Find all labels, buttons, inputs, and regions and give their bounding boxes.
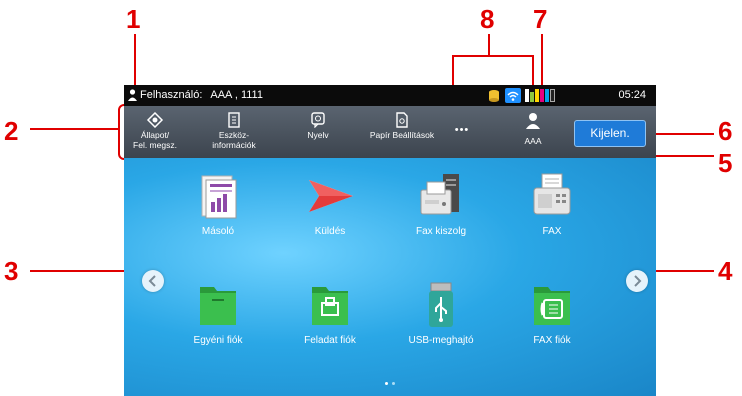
toner-indicator-black bbox=[550, 89, 555, 102]
callout-6: 6 bbox=[718, 116, 733, 146]
quick-setup-bar: Állapot/ Fel. megsz. Eszköz- információk… bbox=[124, 106, 656, 158]
quick-item-language-label: Nyelv bbox=[307, 130, 329, 140]
leader-8b bbox=[452, 55, 534, 57]
quick-item-device-info-label-2: információk bbox=[212, 140, 256, 150]
home-screen: Másoló Küldés Fax kiszolg FAX Egyéni fió… bbox=[124, 158, 656, 396]
usb-drive-icon bbox=[429, 282, 453, 327]
leader-2 bbox=[30, 128, 118, 130]
tile-send-label: Küldés bbox=[314, 226, 346, 237]
leader-8a bbox=[488, 34, 490, 56]
callout-8: 8 bbox=[480, 4, 495, 34]
toner-indicator-magenta bbox=[540, 89, 544, 102]
status-icon bbox=[146, 112, 164, 128]
send-icon bbox=[309, 180, 353, 212]
callout-7: 7 bbox=[533, 4, 548, 34]
copy-icon bbox=[201, 175, 237, 219]
logout-button[interactable]: Kijelen. bbox=[574, 120, 646, 147]
tile-send[interactable]: Küldés bbox=[285, 172, 375, 237]
toner-indicator-yellow bbox=[535, 89, 539, 102]
tile-custom-box[interactable]: Egyéni fiók bbox=[173, 281, 263, 346]
user-icon bbox=[128, 89, 137, 101]
quick-item-status-label-1: Állapot/ bbox=[140, 130, 170, 140]
logged-user-name: AAA bbox=[524, 136, 542, 146]
tile-fax-box-label: FAX fiók bbox=[533, 335, 571, 346]
job-box-icon bbox=[312, 287, 348, 325]
fax-icon bbox=[533, 173, 571, 215]
chevron-right-icon bbox=[634, 275, 642, 287]
tile-custom-box-label: Egyéni fiók bbox=[193, 335, 243, 346]
tile-job-box-label: Feladat fiók bbox=[304, 335, 356, 346]
status-user: Felhasználó: AAA , 1111 bbox=[128, 89, 263, 101]
chevron-left-icon bbox=[148, 275, 156, 287]
fax-box-icon bbox=[534, 287, 570, 325]
fax-server-icon bbox=[420, 174, 459, 215]
quick-item-status[interactable]: Állapot/ Fel. megsz. bbox=[130, 112, 180, 150]
quick-item-language[interactable]: Nyelv bbox=[298, 112, 338, 140]
tile-usb-drive-label: USB-meghajtó bbox=[408, 335, 474, 346]
callout-4: 4 bbox=[718, 256, 733, 286]
tile-copy[interactable]: Másoló bbox=[173, 172, 263, 237]
quick-item-paper-settings-label: Papír Beállítások bbox=[369, 130, 435, 140]
tile-fax[interactable]: FAX bbox=[507, 172, 597, 237]
leader-6 bbox=[648, 133, 714, 135]
tile-usb-drive[interactable]: USB-meghajtó bbox=[396, 281, 486, 346]
logged-user[interactable]: AAA bbox=[508, 112, 558, 146]
wifi-icon bbox=[505, 88, 521, 103]
tile-fax-box[interactable]: FAX fiók bbox=[507, 281, 597, 346]
tile-fax-label: FAX bbox=[542, 226, 562, 237]
custom-box-icon bbox=[200, 287, 236, 325]
tile-job-box[interactable]: Feladat fiók bbox=[285, 281, 375, 346]
quick-item-device-info[interactable]: Eszköz- információk bbox=[204, 112, 264, 150]
device-info-icon bbox=[228, 112, 240, 128]
device-screen: Felhasználó: AAA , 1111 05:24 Állapot/ F… bbox=[124, 85, 656, 396]
previous-page-button[interactable] bbox=[142, 270, 164, 292]
quick-item-device-info-label-1: Eszköz- bbox=[218, 130, 250, 140]
tile-fax-server-label: Fax kiszolg bbox=[415, 226, 466, 237]
page-dot bbox=[392, 382, 395, 385]
callout-1: 1 bbox=[126, 4, 141, 34]
status-user-label: Felhasználó: bbox=[140, 89, 203, 101]
toner-indicator-k-bg bbox=[525, 89, 529, 102]
paper-settings-icon bbox=[396, 112, 408, 128]
status-user-value: AAA , 1111 bbox=[210, 89, 263, 101]
more-button[interactable]: ••• bbox=[450, 124, 474, 136]
callout-5: 5 bbox=[718, 148, 733, 178]
callout-3: 3 bbox=[4, 256, 19, 286]
leader-7 bbox=[541, 34, 543, 90]
user-account-icon bbox=[526, 113, 540, 129]
toner-indicator-cyan bbox=[545, 89, 549, 102]
quick-item-status-label-2: Fel. megsz. bbox=[133, 140, 177, 150]
status-time: 05:24 bbox=[618, 89, 646, 101]
leader-8d bbox=[532, 55, 534, 85]
storage-icon bbox=[489, 90, 499, 102]
status-bar: Felhasználó: AAA , 1111 05:24 bbox=[124, 85, 656, 106]
tile-copy-label: Másoló bbox=[201, 226, 235, 237]
page-indicator bbox=[380, 382, 400, 385]
next-page-button[interactable] bbox=[626, 270, 648, 292]
callout-2: 2 bbox=[4, 116, 19, 146]
page-dot-current bbox=[385, 382, 388, 385]
tile-fax-server[interactable]: Fax kiszolg bbox=[396, 172, 486, 237]
quick-item-paper-settings[interactable]: Papír Beállítások bbox=[362, 112, 442, 140]
leader-1 bbox=[134, 34, 136, 89]
toner-indicator-1 bbox=[530, 92, 534, 102]
language-icon bbox=[311, 112, 325, 128]
